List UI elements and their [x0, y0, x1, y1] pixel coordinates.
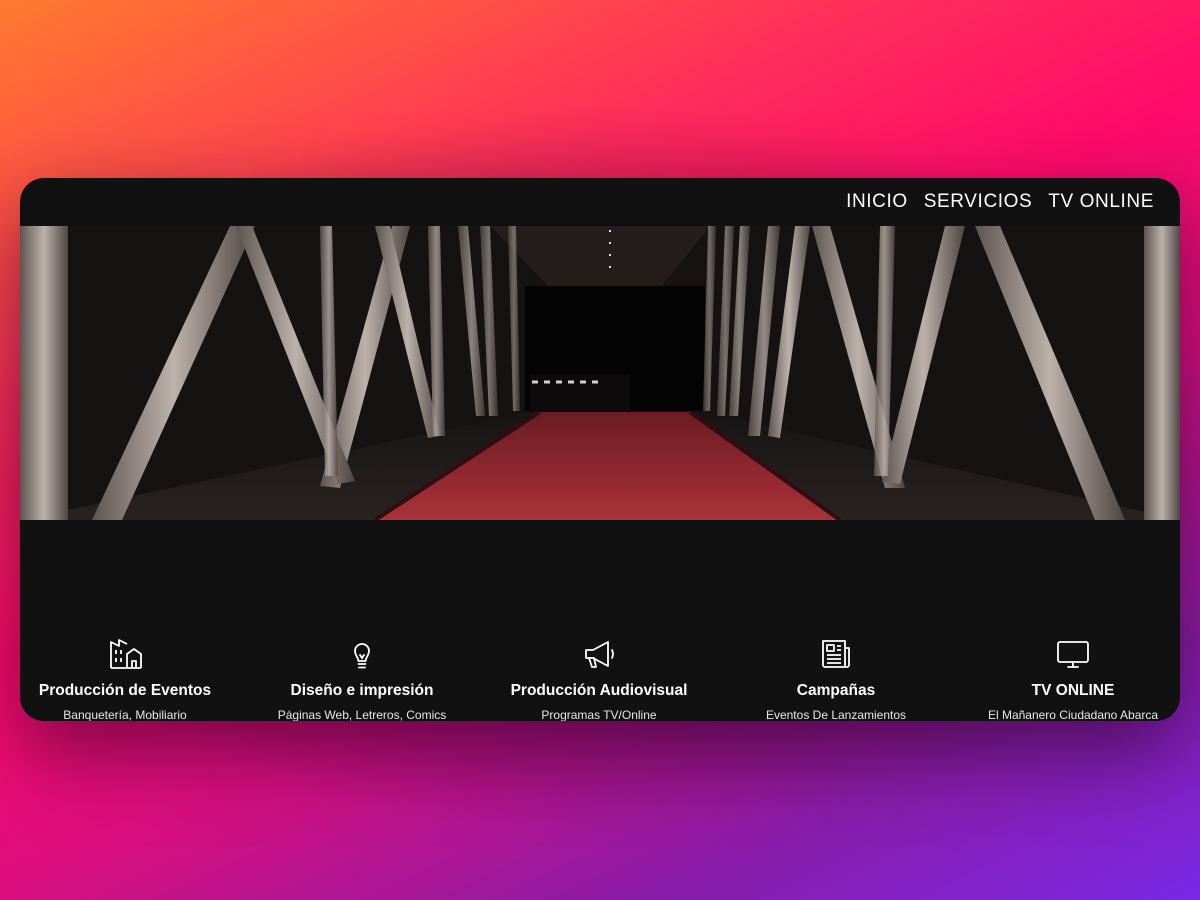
- nav-inicio[interactable]: INICIO: [846, 190, 908, 214]
- service-title: Producción de Eventos: [38, 682, 212, 699]
- building-icon: [110, 639, 142, 669]
- service-desc: El Mañanero Ciudadano Abarca: [987, 708, 1159, 721]
- service-campanas[interactable]: Campañas Eventos De Lanzamientos: [726, 636, 946, 721]
- service-title: Campañas: [796, 682, 876, 699]
- lightbulb-icon: [354, 643, 370, 669]
- nav-tv-online[interactable]: TV ONLINE: [1048, 190, 1154, 214]
- service-desc: Banquetería, Mobiliario: [63, 708, 187, 721]
- megaphone-icon: [585, 641, 614, 668]
- nav-servicios[interactable]: SERVICIOS: [924, 190, 1033, 214]
- tv-icon: [1057, 641, 1089, 668]
- service-produccion-audiovisual[interactable]: Producción Audiovisual Programas TV/Onli…: [489, 636, 709, 721]
- service-produccion-eventos[interactable]: Producción de Eventos Banquetería, Mobil…: [20, 636, 235, 721]
- service-title: TV ONLINE: [1031, 682, 1115, 699]
- service-desc: Eventos De Lanzamientos: [765, 708, 907, 721]
- services-row: Producción de Eventos Banquetería, Mobil…: [20, 636, 1180, 721]
- service-desc: Páginas Web, Letreros, Comics: [277, 708, 447, 721]
- hero-image: [20, 226, 1180, 520]
- browser-window: INICIO SERVICIOS TV ONLINE Producción de…: [20, 178, 1180, 721]
- service-tv-online[interactable]: TV ONLINE El Mañanero Ciudadano Abarca: [963, 636, 1180, 721]
- service-diseno-impresion[interactable]: Diseño e impresión Páginas Web, Letreros…: [252, 636, 472, 721]
- main-nav: INICIO SERVICIOS TV ONLINE: [846, 190, 1154, 214]
- service-title: Producción Audiovisual: [510, 682, 688, 699]
- newspaper-icon: [822, 640, 850, 668]
- service-title: Diseño e impresión: [290, 682, 434, 699]
- service-desc: Programas TV/Online: [541, 708, 657, 721]
